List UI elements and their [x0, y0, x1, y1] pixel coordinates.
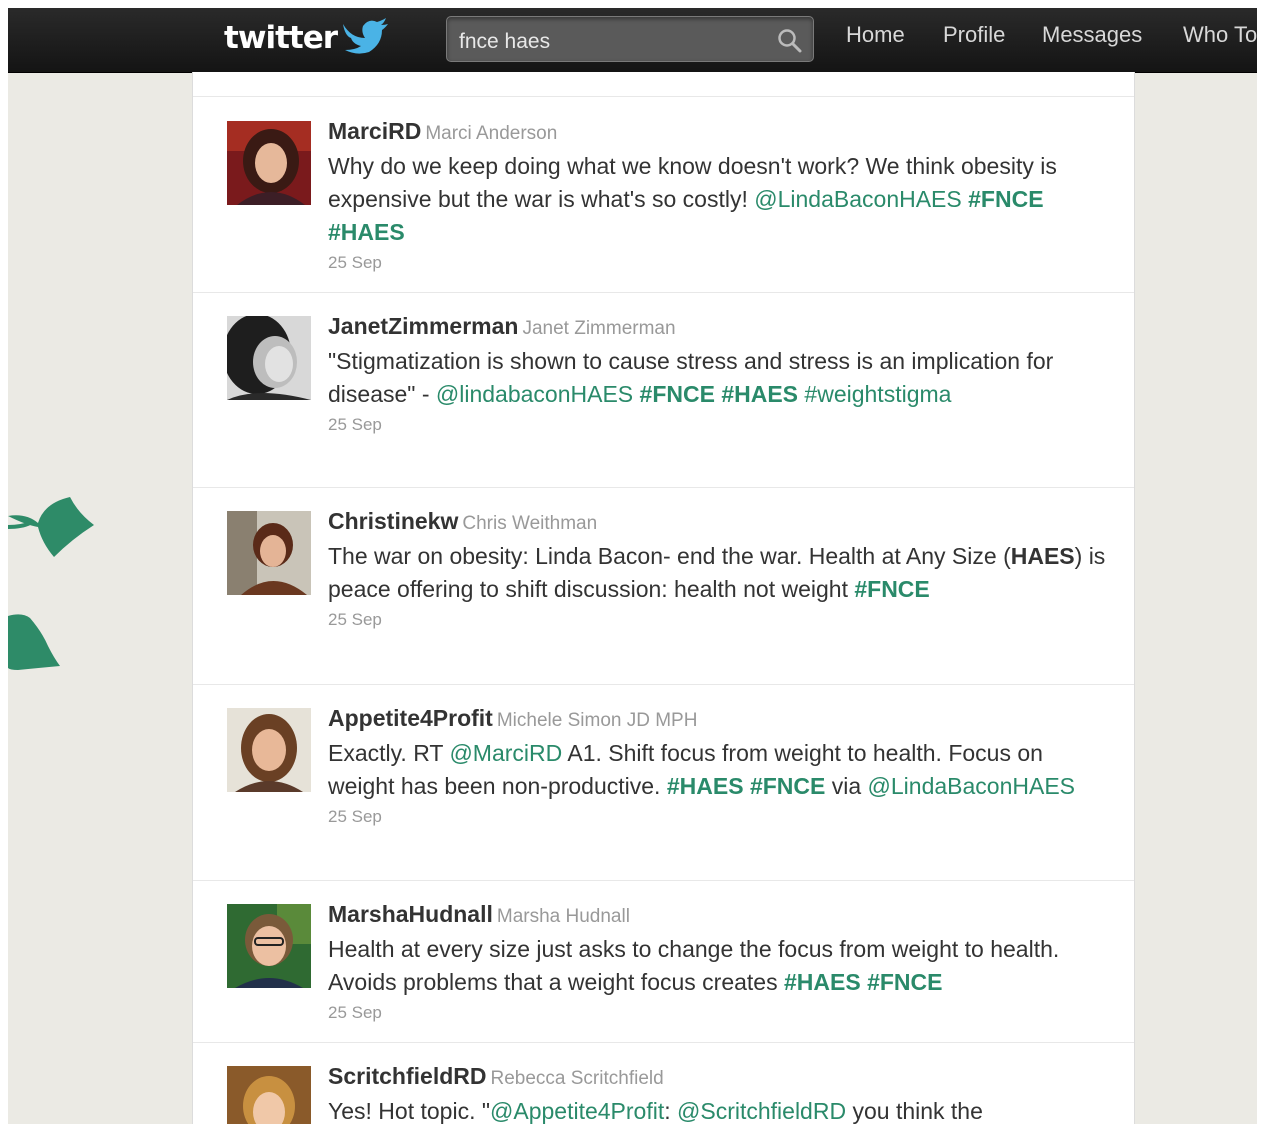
tweet-timestamp[interactable]: 25 Sep [328, 253, 1108, 273]
avatar[interactable] [227, 511, 311, 595]
twitter-bird-icon [343, 18, 389, 54]
tweet-link[interactable]: @MarciRD [449, 740, 562, 766]
leaf-decoration-icon [8, 497, 94, 557]
twitter-logo[interactable]: twitter [224, 18, 389, 58]
tweet-text: Exactly. RT @MarciRD A1. Shift focus fro… [328, 737, 1108, 803]
tweet-text-segment: Yes! Hot topic. " [328, 1098, 491, 1124]
tweet-text-segment: Health at every size just asks to change… [328, 936, 1060, 995]
tweet-timestamp[interactable]: 25 Sep [328, 610, 1108, 630]
tweet-hashtag[interactable]: #HAES [328, 219, 405, 245]
tweet-hashtag[interactable]: #FNCE [867, 969, 942, 995]
timeline: MarciRD Marci Anderson Why do we keep doi… [192, 72, 1135, 1124]
tweet[interactable]: MarciRD Marci Anderson Why do we keep doi… [193, 97, 1134, 293]
tweet[interactable]: ScritchfieldRD Rebecca Scritchfield Yes! … [193, 1042, 1134, 1124]
tweet-hashtag[interactable]: #HAES [784, 969, 861, 995]
avatar[interactable] [227, 708, 311, 792]
tweet-link[interactable]: #weightstigma [804, 381, 951, 407]
tweet-text-segment: you think the [846, 1098, 983, 1124]
tweet-link[interactable]: @LindaBaconHAES [868, 773, 1075, 799]
search-input[interactable]: fnce haes [459, 30, 550, 54]
tweet-link[interactable]: @LindaBaconHAES [754, 186, 961, 212]
tweet-timestamp[interactable]: 25 Sep [328, 415, 1108, 435]
tweet-link[interactable]: @lindabaconHAES [436, 381, 633, 407]
avatar[interactable] [227, 1066, 311, 1124]
tweet-full-name: Michele Simon JD MPH [496, 710, 698, 731]
tweet[interactable]: JanetZimmerman Janet Zimmerman "Stigmatiz… [193, 292, 1134, 488]
page-background: twitter fnce haes Home Profile Messages … [8, 8, 1257, 1124]
nav-who-to-follow[interactable]: Who To [1183, 22, 1257, 48]
tweet[interactable]: Appetite4Profit Michele Simon JD MPH Exac… [193, 684, 1134, 881]
tweet-screen-name[interactable]: ScritchfieldRD [328, 1063, 486, 1089]
tweet-screen-name[interactable]: Appetite4Profit [328, 705, 493, 731]
avatar[interactable] [227, 121, 311, 205]
search-icon[interactable] [777, 28, 803, 54]
tweet-timestamp[interactable]: 25 Sep [328, 807, 1108, 827]
tweet-search-highlight: HAES [1010, 543, 1075, 569]
tweet-hashtag[interactable]: #HAES [721, 381, 798, 407]
avatar[interactable] [227, 904, 311, 988]
tweet-hashtag[interactable]: #FNCE [968, 186, 1043, 212]
avatar[interactable] [227, 316, 311, 400]
tweet-text: Why do we keep doing what we know doesn'… [328, 150, 1108, 249]
tweet-full-name: Rebecca Scritchfield [490, 1068, 664, 1089]
tweet-hashtag[interactable]: #FNCE [640, 381, 715, 407]
tweet-screen-name[interactable]: MarciRD [328, 118, 421, 144]
tweet[interactable]: MarshaHudnall Marsha Hudnall Health at ev… [193, 880, 1134, 1043]
tweet-text-segment: via [825, 773, 868, 799]
tweet-text: "Stigmatization is shown to cause stress… [328, 345, 1108, 411]
nav-profile[interactable]: Profile [943, 22, 1005, 48]
tweet-timestamp[interactable]: 25 Sep [328, 1003, 1108, 1023]
tweet-hashtag[interactable]: #FNCE [854, 576, 929, 602]
tweet-link[interactable]: @Appetite4Profit [490, 1098, 664, 1124]
search-box[interactable]: fnce haes [446, 16, 814, 62]
logo-wordmark: twitter [224, 20, 338, 56]
leaf-decoration-icon [8, 614, 60, 670]
tweet-text-segment: : [664, 1098, 678, 1124]
tweet-full-name: Chris Weithman [462, 513, 598, 534]
tweet-hashtag[interactable]: #HAES [667, 773, 744, 799]
tweet[interactable]: Christinekw Chris Weithman The war on obe… [193, 487, 1134, 685]
nav-messages[interactable]: Messages [1042, 22, 1142, 48]
tweet-text: Health at every size just asks to change… [328, 933, 1108, 999]
tweet-full-name: Marsha Hudnall [496, 906, 630, 927]
tweet-full-name: Janet Zimmerman [522, 318, 676, 339]
tweet-full-name: Marci Anderson [425, 123, 558, 144]
top-bar: twitter fnce haes Home Profile Messages … [8, 8, 1257, 73]
tweet-hashtag[interactable]: #FNCE [750, 773, 825, 799]
tweet-text: The war on obesity: Linda Bacon- end the… [328, 540, 1108, 606]
tweet-screen-name[interactable]: JanetZimmerman [328, 313, 518, 339]
tweet-text-segment: Exactly. RT [328, 740, 450, 766]
tweet-text-segment: The war on obesity: Linda Bacon- end the… [328, 543, 1011, 569]
tweet-text: Yes! Hot topic. "@Appetite4Profit: @Scri… [328, 1095, 1108, 1124]
tweet-screen-name[interactable]: MarshaHudnall [328, 901, 493, 927]
tweet-link[interactable]: @ScritchfieldRD [677, 1098, 846, 1124]
tweet-screen-name[interactable]: Christinekw [328, 508, 458, 534]
nav-home[interactable]: Home [846, 22, 905, 48]
